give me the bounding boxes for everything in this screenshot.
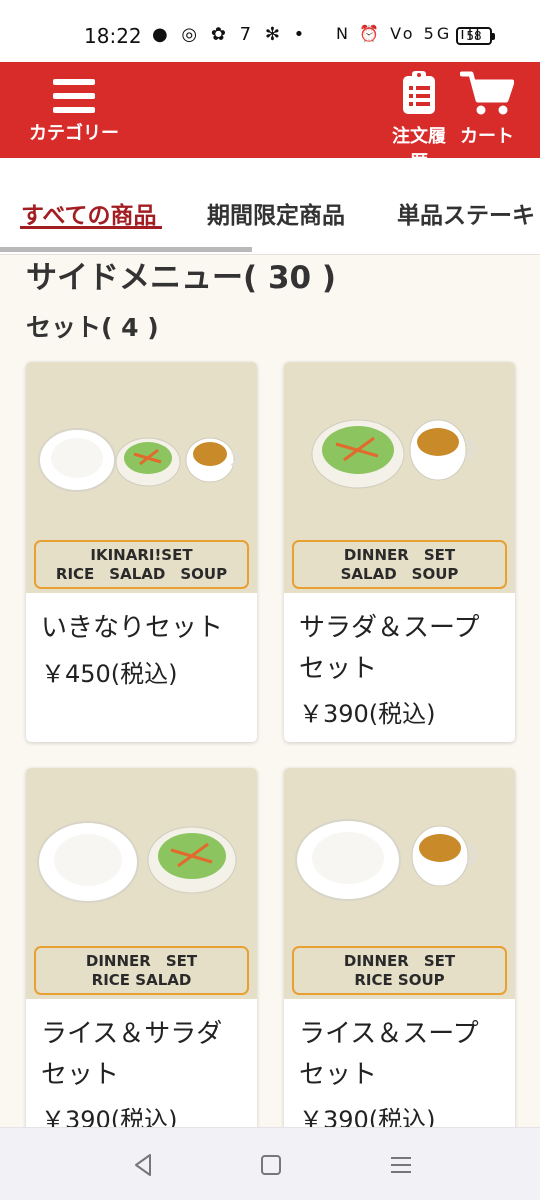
status-time: 18:22	[84, 24, 142, 48]
product-card[interactable]: DINNER SET RICE SALAD ライス＆サラダセット ￥390(税込…	[26, 768, 257, 1168]
product-name: サラダ＆スープセット	[299, 613, 480, 684]
active-tab-indicator	[20, 226, 162, 229]
recents-icon[interactable]	[386, 1150, 416, 1180]
product-price: ￥390(税込)	[299, 700, 436, 728]
rice-soup-illustration	[295, 819, 478, 901]
tab-all-products[interactable]: すべての商品	[21, 196, 156, 230]
product-price: ￥450(税込)	[41, 660, 178, 688]
app-header: カテゴリー 注文履歴 カート	[0, 62, 540, 173]
category-menu-button[interactable]: カテゴリー	[22, 62, 126, 158]
tag-line-2: RICE SALAD SOUP	[55, 565, 228, 583]
category-tabs: すべての商品 期間限定商品 単品ステーキ	[0, 158, 540, 255]
product-image: IKINARI!SET RICE SALAD SOUP	[26, 362, 257, 593]
category-label: カテゴリー	[29, 123, 119, 144]
tag-line-1: DINNER SET	[343, 952, 456, 970]
system-nav-bar	[0, 1127, 540, 1200]
set-tag: DINNER SET RICE SOUP	[292, 946, 507, 995]
tag-line-2: SALAD SOUP	[340, 565, 459, 583]
tag-line-1: DINNER SET	[85, 952, 198, 970]
product-name: いきなりセット	[41, 613, 224, 643]
product-name: ライス＆スープセット	[299, 1019, 479, 1090]
product-image: DINNER SET SALAD SOUP	[284, 362, 515, 593]
clipboard-icon	[403, 71, 435, 114]
set-tag: IKINARI!SET RICE SALAD SOUP	[34, 540, 249, 589]
cart-label: カート	[460, 126, 514, 147]
section-title: セット( 4 )	[26, 313, 159, 342]
notification-icons: ● ◎ ✿ 7 ✻ •	[152, 24, 309, 45]
tag-line-1: DINNER SET	[343, 546, 456, 564]
tab-limited-products[interactable]: 期間限定商品	[207, 196, 345, 230]
hamburger-icon	[53, 79, 95, 113]
tag-line-2: RICE SALAD	[91, 971, 192, 989]
battery-icon: 58	[456, 27, 495, 45]
set-tag: DINNER SET RICE SALAD	[34, 946, 249, 995]
set-tag: DINNER SET SALAD SOUP	[292, 540, 507, 589]
cart-icon	[460, 71, 514, 115]
salad-soup-illustration	[311, 419, 476, 489]
product-name: ライス＆サラダセット	[41, 1019, 223, 1090]
product-image: DINNER SET RICE SOUP	[284, 768, 515, 999]
page-title: サイドメニュー( 30 )	[26, 260, 337, 296]
product-card[interactable]: IKINARI!SET RICE SALAD SOUP いきなりセット ￥450…	[26, 362, 257, 742]
tag-line-1: IKINARI!SET	[90, 546, 193, 564]
tab-single-steak[interactable]: 単品ステーキ	[397, 196, 535, 230]
status-bar: 18:22 ● ◎ ✿ 7 ✻ • N ⏰ Vo 5G ıll 58	[0, 0, 540, 62]
product-card[interactable]: DINNER SET RICE SOUP ライス＆スープセット ￥390(税込)	[284, 768, 515, 1168]
rice-salad-illustration	[37, 821, 237, 903]
rice-salad-soup-illustration	[38, 428, 240, 492]
order-history-button[interactable]: 注文履歴	[386, 62, 452, 173]
cart-button[interactable]: カート	[452, 62, 522, 158]
tag-line-2: RICE SOUP	[354, 971, 445, 989]
back-icon[interactable]	[128, 1150, 158, 1180]
home-icon[interactable]	[256, 1150, 286, 1180]
product-image: DINNER SET RICE SALAD	[26, 768, 257, 999]
product-card[interactable]: DINNER SET SALAD SOUP サラダ＆スープセット ￥390(税込…	[284, 362, 515, 742]
